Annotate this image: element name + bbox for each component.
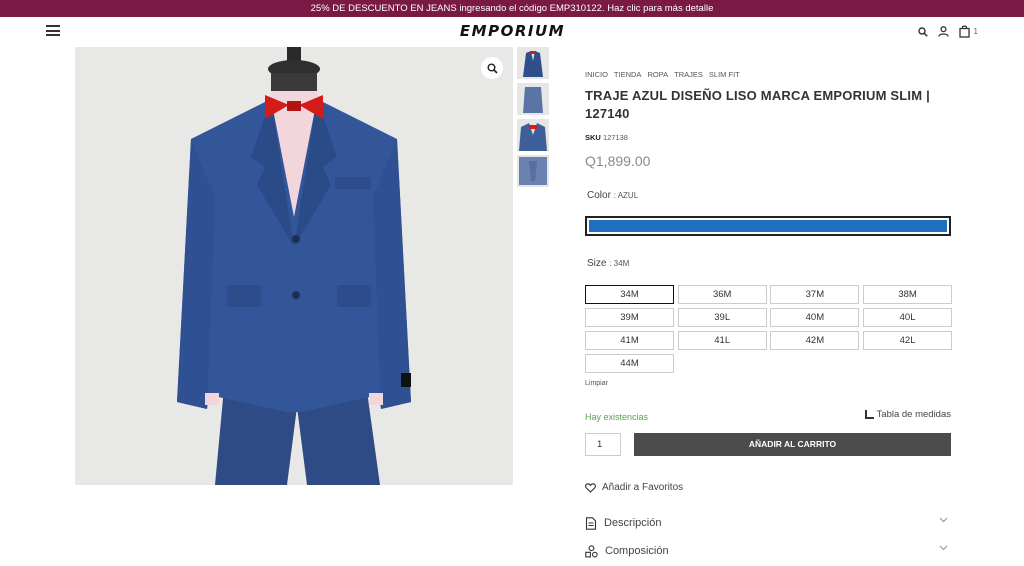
size-value: : 34M	[609, 259, 630, 268]
thumbnail-2[interactable]	[517, 83, 549, 115]
zoom-icon[interactable]	[481, 57, 503, 79]
thumbnail-3[interactable]	[517, 119, 549, 151]
size-option[interactable]: 40L	[863, 308, 953, 327]
size-option[interactable]: 37M	[770, 285, 860, 304]
sku-label: SKU	[585, 133, 601, 142]
heart-icon	[585, 482, 596, 493]
breadcrumb-tienda[interactable]: TIENDA	[614, 70, 642, 79]
ruler-icon	[864, 410, 874, 419]
product-price: Q1,899.00	[585, 153, 651, 169]
size-option[interactable]: 42M	[770, 331, 860, 350]
accordion-descripcion-label: Descripción	[604, 517, 662, 529]
add-to-favorites[interactable]: Añadir a Favoritos	[585, 482, 683, 493]
accordion-composicion-label: Composición	[605, 545, 669, 557]
document-icon	[585, 516, 597, 530]
breadcrumb-trajes[interactable]: TRAJES	[674, 70, 703, 79]
thumbnail-1[interactable]	[517, 47, 549, 79]
clear-selection-link[interactable]: Limpiar	[585, 380, 608, 387]
breadcrumb: INICIO TIENDA ROPA TRAJES SLIM FIT	[585, 70, 740, 79]
promo-banner[interactable]: 25% DE DESCUENTO EN JEANS ingresando el …	[0, 0, 1024, 17]
suit-illustration	[75, 47, 513, 485]
color-swatch-azul[interactable]	[585, 216, 951, 236]
search-icon[interactable]	[917, 26, 928, 37]
color-label: Color : AZUL	[587, 190, 638, 201]
breadcrumb-ropa[interactable]: ROPA	[647, 70, 668, 79]
chevron-down-icon	[939, 517, 948, 523]
size-label-text: Size	[587, 258, 607, 269]
favorites-label: Añadir a Favoritos	[602, 482, 684, 493]
size-option[interactable]: 36M	[677, 285, 767, 304]
product-sku: SKU 127138	[585, 133, 628, 142]
breadcrumb-inicio[interactable]: INICIO	[585, 70, 608, 79]
cart-count-badge: 1	[973, 27, 978, 36]
size-option[interactable]: 39M	[585, 308, 674, 327]
breadcrumb-slim-fit[interactable]: SLIM FIT	[709, 70, 740, 79]
shapes-icon	[585, 544, 598, 557]
size-option[interactable]: 41L	[677, 331, 767, 350]
thumbnail-strip	[517, 47, 549, 191]
add-to-cart-button[interactable]: AÑADIR AL CARRITO	[634, 433, 951, 456]
site-header: EMPORIUM 1	[0, 17, 1024, 47]
chevron-down-icon	[939, 545, 948, 551]
size-chart-link[interactable]: Tabla de medidas	[864, 409, 951, 420]
thumbnail-4[interactable]	[517, 155, 549, 187]
size-option[interactable]: 44M	[585, 354, 674, 373]
size-label: Size : 34M	[587, 258, 629, 269]
user-icon[interactable]	[937, 26, 949, 37]
color-label-text: Color	[587, 190, 611, 201]
size-option[interactable]: 38M	[863, 285, 953, 304]
size-option[interactable]: 39L	[677, 308, 767, 327]
size-options: 34M 36M 37M 38M 39M 39L 40M 40L 41M 41L …	[585, 285, 953, 373]
size-chart-label: Tabla de medidas	[876, 409, 951, 420]
color-value: : AZUL	[613, 191, 639, 200]
swatch-fill	[589, 220, 947, 232]
accordion-descripcion[interactable]: Descripción	[585, 513, 951, 533]
site-logo[interactable]: EMPORIUM	[440, 22, 585, 40]
bag-icon[interactable]	[958, 25, 970, 38]
stock-status: Hay existencias	[585, 412, 649, 422]
product-title: TRAJE AZUL DISEÑO LISO MARCA EMPORIUM SL…	[585, 88, 930, 121]
size-option[interactable]: 41M	[585, 331, 674, 350]
size-option[interactable]: 34M	[585, 285, 674, 304]
quantity-input[interactable]: 1	[585, 433, 621, 456]
accordion-composicion[interactable]: Composición	[585, 541, 951, 561]
product-main-image[interactable]	[75, 47, 513, 485]
size-option[interactable]: 42L	[863, 331, 953, 350]
size-option[interactable]: 40M	[770, 308, 860, 327]
sku-value: 127138	[602, 133, 628, 142]
header-icons: 1	[917, 25, 978, 38]
menu-icon[interactable]	[46, 25, 60, 37]
